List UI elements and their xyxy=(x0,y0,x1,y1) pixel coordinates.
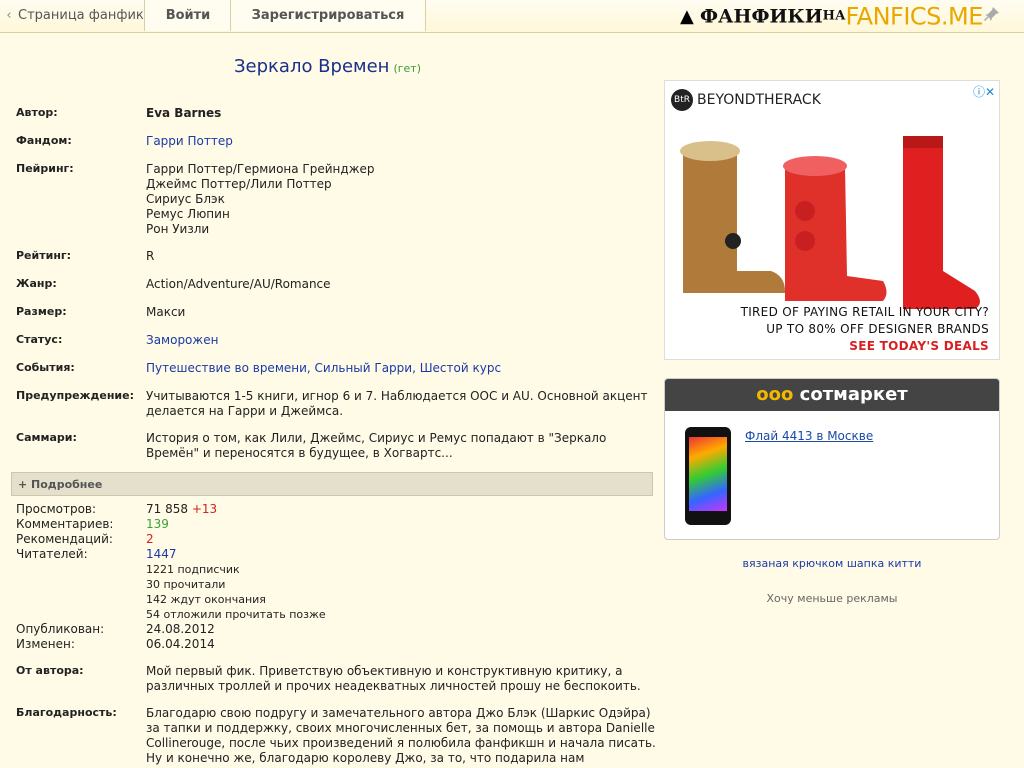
changed-label: Изменен: xyxy=(16,637,75,651)
site-logo[interactable]: ▲ ФАНФИКИНАFANFICS.ME xyxy=(680,2,983,31)
summary-label: Саммари: xyxy=(16,431,77,444)
top-navbar: ‹ Страница фанфика Войти Зарегистрировать… xyxy=(0,0,1024,33)
changed-date: 06.04.2014 xyxy=(146,637,215,651)
ad-line-2: UP TO 80% OFF DESIGNER BRANDS xyxy=(766,322,989,336)
sotmarket-ad[interactable]: ooo сотмаркет Флай 4413 в Москве xyxy=(664,378,1000,540)
ad-choices-icon[interactable]: ⓘ✕ xyxy=(973,83,995,100)
stats-block: Просмотров: 71 858 +13 Комментариев: 139… xyxy=(16,502,416,652)
status-label: Статус: xyxy=(16,333,63,346)
from-author-label: От автора: xyxy=(16,664,84,677)
phone-link[interactable]: Флай 4413 в Москве xyxy=(745,429,873,443)
recs-link[interactable]: 2 xyxy=(146,532,154,547)
boots-image xyxy=(680,136,980,309)
recs-label: Рекомендаций: xyxy=(16,532,113,546)
genre-label: Жанр: xyxy=(16,277,57,290)
back-arrow-icon[interactable]: ‹ xyxy=(0,0,18,31)
fic-direction-tag[interactable]: (гет) xyxy=(393,62,421,75)
published-date: 24.08.2012 xyxy=(146,622,215,636)
fandom-label: Фандом: xyxy=(16,134,72,147)
readers-link[interactable]: 1447 xyxy=(146,547,177,562)
warning-label: Предупреждение: xyxy=(16,389,134,402)
thanks-label: Благодарность: xyxy=(16,706,117,719)
published-label: Опубликован: xyxy=(16,622,105,636)
sotmarket-header: ooo сотмаркет xyxy=(665,379,999,411)
boots-ad-banner[interactable]: BtR BEYONDTHERACK ⓘ✕ TIRED OF PAYING RETA… xyxy=(664,80,1000,360)
pairing-item: Рон Уизли xyxy=(146,222,210,236)
warning-text: Учитываются 1-5 книги, игнор 6 и 7. Набл… xyxy=(146,389,648,418)
sotmarket-logo-icon: ooo xyxy=(756,384,794,405)
thanks-text: Благодарю свою подругу и замечательного … xyxy=(146,706,656,765)
comments-link[interactable]: 139 xyxy=(146,517,169,532)
genre-value: Action/Adventure/AU/Romance xyxy=(146,277,331,291)
pairing-list: Гарри Поттер/Гермиона Грейнджер Джеймс П… xyxy=(146,162,656,237)
pairing-item: Гарри Поттер/Гермиона Грейнджер xyxy=(146,162,375,176)
knit-hat-link[interactable]: вязаная крючком шапка китти xyxy=(664,557,1000,570)
pairing-label: Пейринг: xyxy=(16,162,74,175)
author-label: Автор: xyxy=(16,106,58,119)
views-value: 71 858 xyxy=(146,502,188,516)
fic-title: Зеркало Времен xyxy=(234,56,390,77)
breadcrumb[interactable]: ‹ Страница фанфика xyxy=(0,0,144,31)
summary-text: История о том, как Лили, Джеймс, Сириус … xyxy=(146,431,607,460)
comments-label: Комментариев: xyxy=(16,517,114,531)
register-button[interactable]: Зарегистрироваться xyxy=(230,0,426,31)
readers-label: Читателей: xyxy=(16,547,88,561)
size-label: Размер: xyxy=(16,305,67,318)
fic-title-block: Зеркало Времен (гет) xyxy=(234,56,421,77)
ad-deals-link[interactable]: SEE TODAY'S DEALS xyxy=(849,339,989,353)
waiting-count: 142 ждут окончания xyxy=(146,593,266,606)
more-details-toggle[interactable]: + Подробнее xyxy=(11,472,653,496)
wizard-hat-icon: ▲ xyxy=(680,5,694,27)
brand-logo-icon: BtR xyxy=(671,89,693,111)
fandom-link[interactable]: Гарри Поттер xyxy=(146,134,656,149)
author-link[interactable]: Eva Barnes xyxy=(146,106,656,121)
pairing-item: Джеймс Поттер/Лили Поттер xyxy=(146,177,332,191)
phone-image[interactable] xyxy=(685,427,731,525)
rating-value: R xyxy=(146,249,155,263)
less-ads-link[interactable]: Хочу меньше рекламы xyxy=(664,592,1000,605)
status-link[interactable]: Заморожен xyxy=(146,333,656,348)
events-label: События: xyxy=(16,361,75,374)
later-count: 54 отложили прочитать позже xyxy=(146,608,326,621)
from-author-text: Мой первый фик. Приветствую объективную … xyxy=(146,664,641,693)
login-button[interactable]: Войти xyxy=(144,0,232,31)
pin-icon[interactable] xyxy=(984,6,1000,22)
views-label: Просмотров: xyxy=(16,502,97,516)
rating-label: Рейтинг: xyxy=(16,249,72,262)
pairing-item: Сириус Блэк xyxy=(146,192,225,206)
ad-line-1: TIRED OF PAYING RETAIL IN YOUR CITY? xyxy=(740,305,989,319)
size-value: Макси xyxy=(146,305,186,319)
subscribers-count: 1221 подписчик xyxy=(146,563,240,576)
events-links[interactable]: Путешествие во времени, Сильный Гарри, Ш… xyxy=(146,361,656,376)
views-delta: +13 xyxy=(191,502,218,516)
breadcrumb-label[interactable]: Страница фанфика xyxy=(18,8,144,23)
ad-brand: BtR BEYONDTHERACK xyxy=(671,89,821,111)
read-count: 30 прочитали xyxy=(146,578,226,591)
pairing-item: Ремус Люпин xyxy=(146,207,230,221)
